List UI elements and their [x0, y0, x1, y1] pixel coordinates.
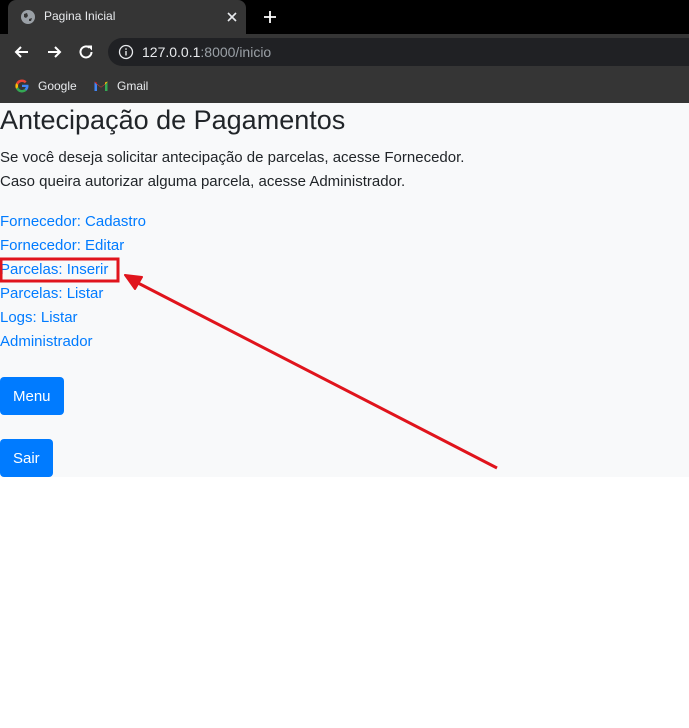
browser-chrome: Pagina Inicial 127.0.0.1:8000/inicio Goo…	[0, 0, 689, 103]
intro-text-line-1: Se você deseja solicitar antecipação de …	[0, 149, 465, 166]
link-parcelas-inserir[interactable]: Parcelas: Inserir	[0, 261, 108, 278]
logout-button[interactable]: Sair	[0, 439, 53, 477]
tab-pagina-inicial[interactable]: Pagina Inicial	[8, 0, 246, 34]
close-icon[interactable]	[224, 9, 240, 25]
gmail-icon	[94, 81, 108, 91]
tab-title: Pagina Inicial	[44, 9, 116, 23]
plus-icon[interactable]	[260, 7, 280, 27]
link-logs-listar[interactable]: Logs: Listar	[0, 309, 78, 326]
page-content: Antecipação de Pagamentos Se você deseja…	[0, 103, 689, 477]
info-icon[interactable]	[118, 44, 134, 60]
reload-icon[interactable]	[76, 42, 96, 62]
bookmarks-bar: Google Gmail	[0, 70, 689, 103]
url-text: 127.0.0.1:8000/inicio	[142, 44, 271, 60]
bookmark-google-label: Google	[38, 79, 77, 93]
arrow-right-icon[interactable]	[44, 42, 64, 62]
link-parcelas-listar[interactable]: Parcelas: Listar	[0, 285, 103, 302]
browser-toolbar: 127.0.0.1:8000/inicio	[0, 34, 689, 70]
link-fornecedor-cadastro[interactable]: Fornecedor: Cadastro	[0, 213, 146, 230]
url-host: 127.0.0.1	[142, 44, 201, 60]
url-path: :8000/inicio	[200, 44, 272, 60]
bookmark-gmail[interactable]: Gmail	[93, 76, 148, 96]
address-bar[interactable]: 127.0.0.1:8000/inicio	[108, 38, 689, 66]
menu-button[interactable]: Menu	[0, 377, 64, 415]
bookmark-gmail-label: Gmail	[117, 79, 149, 93]
link-fornecedor-editar[interactable]: Fornecedor: Editar	[0, 237, 124, 254]
tab-strip: Pagina Inicial	[0, 0, 689, 34]
globe-icon	[21, 10, 35, 24]
arrow-left-icon[interactable]	[12, 42, 32, 62]
intro-text-line-2: Caso queira autorizar alguma parcela, ac…	[0, 173, 406, 190]
google-icon	[15, 79, 29, 93]
bookmark-google[interactable]: Google	[14, 76, 77, 96]
page-title: Antecipação de Pagamentos	[0, 105, 346, 135]
link-administrador[interactable]: Administrador	[0, 333, 93, 350]
